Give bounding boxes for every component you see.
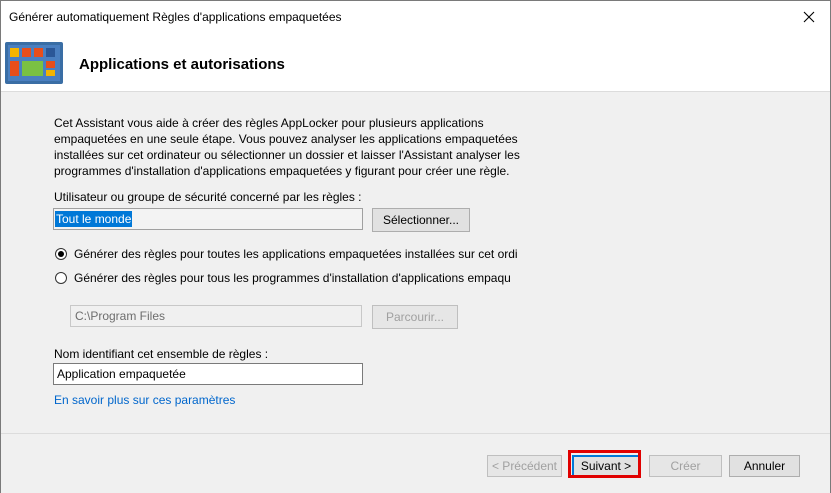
window-title: Générer automatiquement Règles d'applica…	[9, 10, 342, 24]
rule-name-value: Application empaquetée	[57, 367, 186, 381]
user-group-label: Utilisateur ou groupe de sécurité concer…	[54, 190, 362, 204]
wizard-content: Cet Assistant vous aide à créer des règl…	[1, 92, 830, 432]
option-installed-apps[interactable]: Générer des règles pour toutes les appli…	[55, 247, 518, 261]
learn-more-link[interactable]: En savoir plus sur ces paramètres	[54, 393, 235, 407]
browse-button[interactable]: Parcourir...	[372, 305, 458, 329]
option-installed-label: Générer des règles pour toutes les appli…	[74, 247, 518, 261]
intro-text: Cet Assistant vous aide à créer des règl…	[54, 116, 520, 178]
option-installers-label: Générer des règles pour tous les program…	[74, 271, 511, 285]
folder-path-input[interactable]: C:\Program Files	[70, 305, 362, 327]
wizard-header: Applications et autorisations	[1, 33, 830, 92]
page-title: Applications et autorisations	[79, 56, 285, 73]
cancel-button[interactable]: Annuler	[729, 455, 800, 477]
rule-name-label: Nom identifiant cet ensemble de règles :	[54, 347, 269, 361]
wizard-window: Générer automatiquement Règles d'applica…	[0, 0, 831, 493]
folder-path-value: C:\Program Files	[75, 309, 166, 323]
select-user-button[interactable]: Sélectionner...	[372, 208, 470, 232]
rule-name-input[interactable]: Application empaquetée	[53, 363, 363, 385]
radio-installers[interactable]	[55, 272, 67, 284]
radio-installed[interactable]	[55, 248, 67, 260]
wizard-footer: < Précédent Suivant > Créer Annuler	[1, 433, 830, 493]
title-bar: Générer automatiquement Règles d'applica…	[1, 1, 830, 33]
close-icon	[803, 11, 815, 23]
user-group-field[interactable]: Tout le monde	[53, 208, 363, 230]
app-grid-icon	[5, 42, 63, 84]
user-group-value: Tout le monde	[55, 211, 133, 227]
create-button[interactable]: Créer	[649, 455, 722, 477]
option-installers[interactable]: Générer des règles pour tous les program…	[55, 271, 511, 285]
close-button[interactable]	[794, 4, 824, 30]
previous-button[interactable]: < Précédent	[487, 455, 562, 477]
next-button[interactable]: Suivant >	[572, 455, 640, 477]
